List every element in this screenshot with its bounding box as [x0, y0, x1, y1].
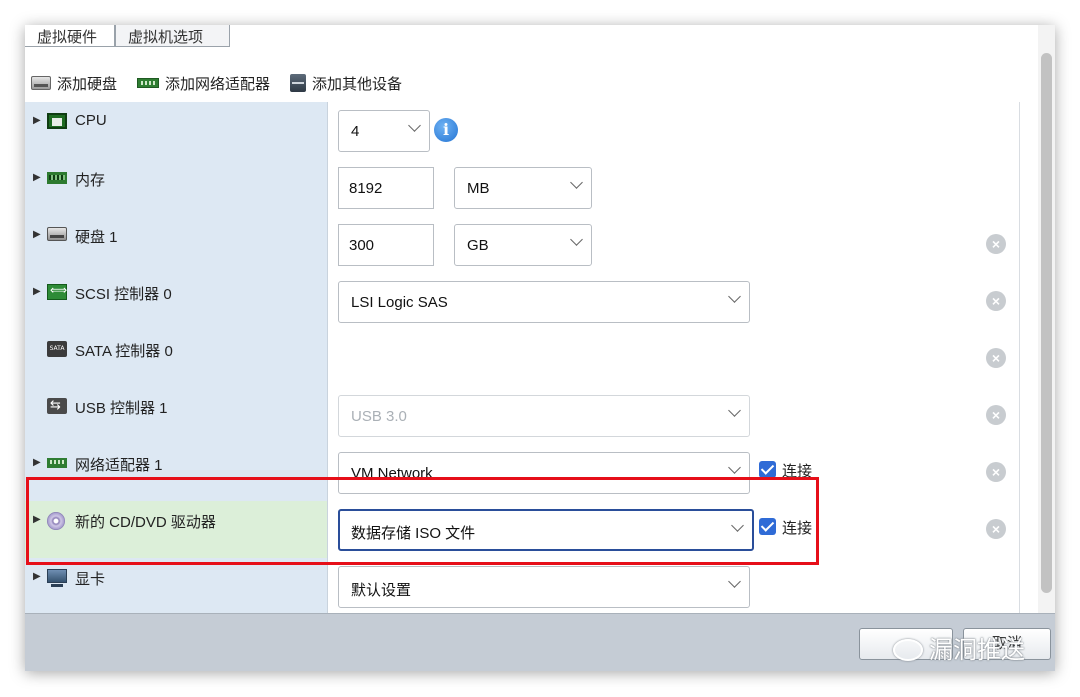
remove-network-icon[interactable]: × [986, 462, 1006, 482]
highlight-annotation-box [26, 477, 819, 565]
video-settings-select[interactable]: 默认设置 [338, 566, 750, 608]
remove-scsi-icon[interactable]: × [986, 291, 1006, 311]
remove-cd-dvd-icon[interactable]: × [986, 519, 1006, 539]
row-hard-disk-label-cell[interactable]: ▶ 硬盘 1 [25, 216, 328, 273]
row-hard-disk: ▶ 硬盘 1 300 GB × [25, 216, 1020, 273]
row-sata-controller: SATA SATA 控制器 0 × [25, 330, 1020, 387]
row-hard-disk-value-cell: 300 GB × [328, 216, 1020, 273]
memory-unit-select[interactable]: MB [454, 167, 592, 209]
scsi-type-value: LSI Logic SAS [351, 294, 448, 311]
info-icon[interactable]: i [434, 118, 458, 142]
row-video-card: ▶ 显卡 默认设置 [25, 558, 1020, 615]
add-other-device-button[interactable]: 添加其他设备 [290, 73, 402, 94]
expand-caret-icon[interactable]: ▶ [33, 457, 41, 468]
row-scsi-value-cell: LSI Logic SAS × [328, 273, 1020, 330]
memory-unit-value: MB [467, 180, 490, 197]
add-disk-button[interactable]: 添加硬盘 [31, 73, 117, 94]
scsi-label: SCSI 控制器 0 [75, 286, 172, 303]
row-video-label-cell[interactable]: ▶ 显卡 [25, 558, 328, 615]
memory-icon [47, 172, 67, 184]
row-scsi-controller: ▶ SCSI 控制器 0 LSI Logic SAS × [25, 273, 1020, 330]
watermark: 漏洞推送 [893, 630, 1025, 665]
memory-size-input[interactable]: 8192 [338, 167, 434, 209]
add-network-button[interactable]: 添加网络适配器 [137, 73, 270, 94]
chevron-down-icon [570, 233, 583, 246]
row-sata-label-cell: SATA SATA 控制器 0 [25, 330, 328, 387]
row-usb-value-cell: USB 3.0 × [328, 387, 1020, 444]
sata-label: SATA 控制器 0 [75, 343, 173, 360]
chevron-down-icon [728, 290, 741, 303]
watermark-text: 漏洞推送 [929, 637, 1025, 664]
chevron-down-icon [728, 575, 741, 588]
disk-unit-value: GB [467, 237, 489, 254]
memory-label: 内存 [75, 172, 106, 189]
expand-caret-icon[interactable]: ▶ [33, 115, 41, 126]
chevron-down-icon [408, 119, 421, 132]
row-memory: ▶ 内存 8192 MB [25, 159, 1020, 216]
row-cpu-value-cell: 4 i [328, 102, 1020, 159]
toolbar: 添加硬盘 添加网络适配器 添加其他设备 [31, 69, 422, 97]
network-card-icon [47, 458, 67, 468]
cpu-label: CPU [75, 112, 107, 129]
usb-label: USB 控制器 1 [75, 400, 168, 417]
sata-controller-icon: SATA [47, 341, 67, 357]
add-network-label: 添加网络适配器 [165, 75, 271, 93]
row-scsi-label-cell[interactable]: ▶ SCSI 控制器 0 [25, 273, 328, 330]
vertical-scrollbar[interactable] [1038, 25, 1055, 613]
chevron-down-icon [728, 404, 741, 417]
expand-caret-icon[interactable]: ▶ [33, 229, 41, 240]
row-usb-controller: USB 控制器 1 USB 3.0 × [25, 387, 1020, 444]
scsi-type-select[interactable]: LSI Logic SAS [338, 281, 750, 323]
hard-disk-icon [31, 76, 51, 90]
row-usb-label-cell: USB 控制器 1 [25, 387, 328, 444]
network-label: 网络适配器 1 [75, 457, 163, 474]
tab-bar: 虚拟硬件 虚拟机选项 [25, 25, 285, 47]
cpu-icon [47, 113, 67, 129]
video-card-icon [47, 569, 67, 587]
scsi-controller-icon [47, 283, 67, 300]
disk-unit-select[interactable]: GB [454, 224, 592, 266]
row-memory-value-cell: 8192 MB [328, 159, 1020, 216]
expand-caret-icon[interactable]: ▶ [33, 286, 41, 297]
expand-caret-icon[interactable]: ▶ [33, 172, 41, 183]
usb-type-select[interactable]: USB 3.0 [338, 395, 750, 437]
hard-disk-label: 硬盘 1 [75, 229, 118, 246]
scrollbar-thumb[interactable] [1041, 53, 1052, 593]
tab-virtual-hardware[interactable]: 虚拟硬件 [25, 25, 115, 47]
wechat-icon [893, 639, 923, 661]
row-sata-value-cell: × [328, 330, 1020, 387]
tab-vm-options[interactable]: 虚拟机选项 [115, 25, 230, 47]
chevron-down-icon [570, 176, 583, 189]
add-other-device-label: 添加其他设备 [312, 75, 403, 93]
row-cpu-label-cell[interactable]: ▶ CPU [25, 102, 328, 159]
usb-type-value: USB 3.0 [351, 408, 407, 425]
video-label: 显卡 [75, 571, 106, 588]
device-icon [290, 74, 307, 92]
remove-hard-disk-icon[interactable]: × [986, 234, 1006, 254]
row-video-value-cell: 默认设置 [328, 558, 1020, 615]
hard-disk-icon [47, 227, 67, 241]
network-connect-checkbox[interactable] [759, 461, 776, 478]
disk-size-input[interactable]: 300 [338, 224, 434, 266]
remove-usb-icon[interactable]: × [986, 405, 1006, 425]
vm-settings-window: 虚拟硬件 虚拟机选项 添加硬盘 添加网络适配器 添加其他设备 ▶ CPU 4 i… [25, 25, 1055, 671]
cpu-count-value: 4 [351, 123, 360, 140]
row-memory-label-cell[interactable]: ▶ 内存 [25, 159, 328, 216]
video-settings-value: 默认设置 [351, 582, 412, 599]
chevron-down-icon [728, 461, 741, 474]
network-card-icon [137, 78, 160, 88]
row-cpu: ▶ CPU 4 i [25, 102, 1020, 159]
expand-caret-icon[interactable]: ▶ [33, 571, 41, 582]
usb-controller-icon [47, 397, 67, 414]
cpu-count-select[interactable]: 4 [338, 110, 430, 152]
remove-sata-icon[interactable]: × [986, 348, 1006, 368]
add-disk-label: 添加硬盘 [57, 75, 118, 93]
